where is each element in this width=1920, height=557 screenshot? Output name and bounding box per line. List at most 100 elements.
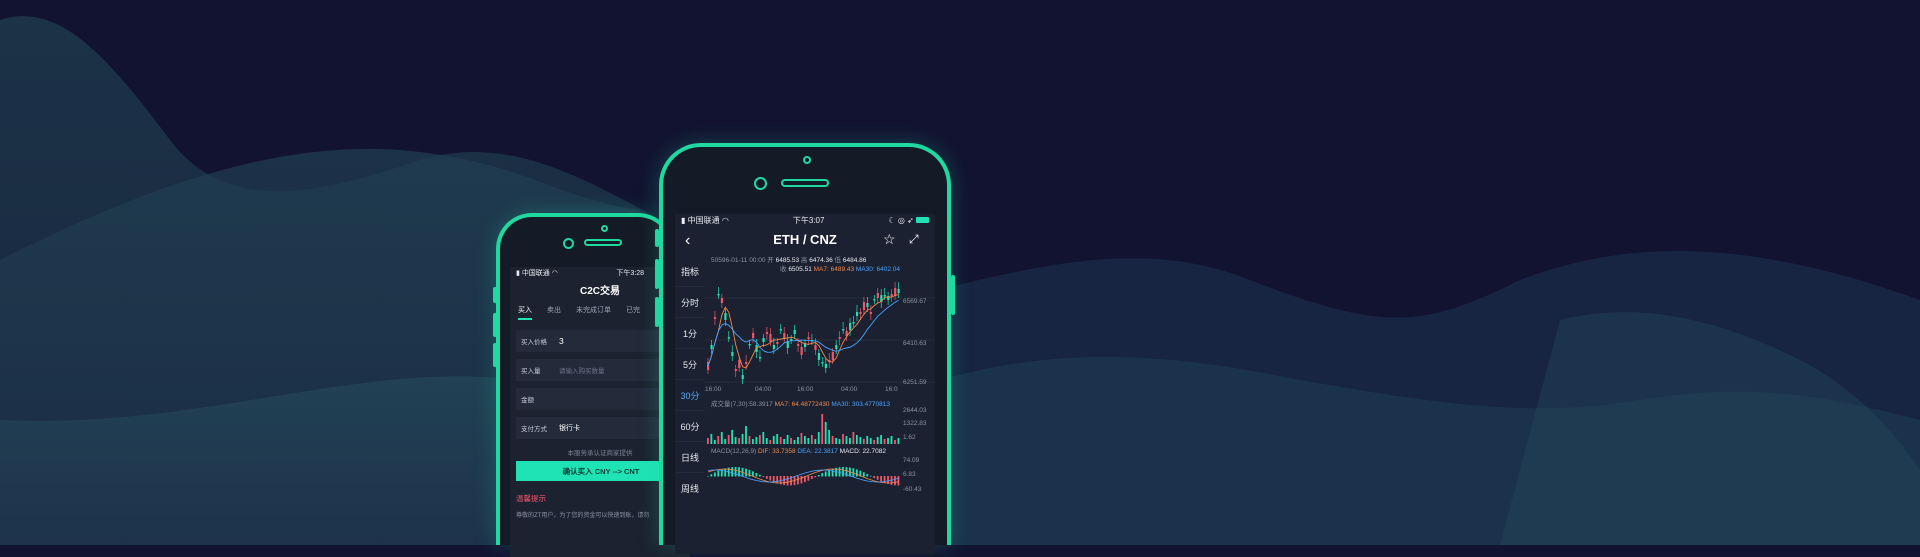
candle-body [727, 337, 730, 339]
candle-body [817, 353, 821, 360]
macd-bar [852, 468, 855, 477]
sensor-dot [803, 156, 811, 164]
ma7-label: MA7: [813, 266, 829, 273]
volume-bar [727, 435, 730, 444]
candle-body [835, 345, 838, 349]
star-icon[interactable]: ☆ [883, 231, 896, 248]
dif-value: 33.7358 [772, 448, 796, 455]
volume-bar [731, 430, 734, 444]
mute-switch [655, 229, 659, 247]
candle-body [741, 375, 744, 379]
volume-bar [738, 438, 740, 444]
close-value: 6505.51 [788, 266, 812, 273]
volume-bar [883, 439, 886, 444]
candle-body [745, 362, 748, 364]
time-tick-3: 04:00 [841, 386, 858, 393]
vol-ma7-value: 64.48772430 [791, 401, 830, 408]
volume-bar [876, 437, 879, 444]
macd-bar [800, 476, 803, 484]
volume-bar [724, 439, 727, 444]
macd-readout: MACD(12,26,9) DIF: 33.7358 DEA: 22.3817 … [711, 448, 886, 455]
price-axis-bottom: 6251.59 [903, 379, 927, 386]
candle-body [765, 332, 769, 334]
tab-indicators[interactable]: 指标 [675, 256, 705, 286]
macd-bar [862, 472, 865, 477]
volume-bar [790, 438, 792, 444]
sensor-dot [601, 225, 608, 232]
volume-bar [855, 435, 858, 444]
candle-body [776, 342, 779, 344]
macd-value: 22.7082 [862, 448, 886, 455]
candle-body [748, 344, 751, 346]
expand-icon[interactable]: ⤢ [909, 232, 919, 247]
wifi-icon: ◠ [551, 270, 558, 277]
tab-60min[interactable]: 60分 [675, 410, 705, 441]
volume-bar [897, 438, 900, 444]
tab-open-orders[interactable]: 未完成订单 [576, 305, 611, 320]
macd-bar [894, 476, 896, 486]
macd-bar [769, 476, 772, 481]
macd-label: MACD(12,26,9) [711, 448, 757, 455]
macd-bar [797, 476, 799, 485]
candle-body [758, 357, 762, 359]
tab-timeshare[interactable]: 分时 [675, 286, 705, 317]
ma7-value: 6489.43 [830, 266, 855, 273]
candle-body [831, 352, 834, 360]
tab-sell[interactable]: 卖出 [547, 305, 561, 320]
candle-body [720, 298, 724, 303]
macd-bar [831, 468, 834, 477]
signal-icon: ▮ [681, 215, 686, 225]
volume-bar [894, 440, 896, 444]
macd-bar [707, 476, 709, 477]
candle-body [855, 312, 859, 316]
power-button [951, 275, 955, 315]
volume-bar [734, 437, 737, 444]
vol-ma7-label: MA7: [774, 401, 790, 408]
macd-bar [734, 467, 737, 477]
volume-bar [817, 432, 820, 444]
ma7-line [707, 294, 899, 369]
volume-bar [807, 438, 810, 444]
macd-bar [755, 472, 758, 477]
macd-bar [758, 474, 761, 477]
ma30-line [707, 299, 899, 367]
status-time: 下午3:07 [792, 215, 825, 225]
tab-5min[interactable]: 5分 [675, 348, 705, 379]
candle-body [842, 329, 845, 331]
pair-title: ETH / CNZ [773, 232, 837, 247]
price-axis-top: 6569.67 [903, 298, 927, 305]
candle-body [862, 302, 866, 310]
macd-bar [810, 476, 813, 480]
tab-buy[interactable]: 买入 [518, 305, 532, 320]
status-bar: ▮ 中国联通 ◠ 下午3:07 ☾ ◎ ➶ [675, 214, 935, 226]
dif-label: DIF: [757, 448, 771, 455]
tab-weekly[interactable]: 周线 [675, 472, 705, 503]
tab-completed[interactable]: 已完 [626, 305, 640, 320]
volume-bar [866, 436, 869, 444]
tab-1min[interactable]: 1分 [675, 317, 705, 348]
volume-up-button [655, 259, 659, 289]
tab-daily[interactable]: 日线 [675, 441, 705, 472]
tab-30min[interactable]: 30分 [675, 379, 705, 410]
volume-bar [710, 434, 713, 444]
candle-body [800, 347, 803, 355]
candle-body [838, 337, 841, 339]
volume-bar [707, 438, 709, 444]
macd-bar [713, 472, 716, 477]
volume-bar [862, 439, 865, 444]
candle-body [866, 303, 869, 307]
candle-body [772, 345, 776, 349]
kline-chart[interactable] [705, 276, 935, 554]
macd-bar [866, 473, 869, 477]
candle-body [790, 339, 793, 341]
volume-bar [717, 436, 720, 444]
volume-bar [890, 436, 893, 444]
phone-left: ▮ 中国联通 ◠ 下午3:28 C2C交易 买入 卖出 未完成订单 已完 买入价… [493, 213, 690, 557]
volume-bar [776, 434, 779, 444]
background-waves [0, 16, 1920, 545]
ma30-value: 6402.04 [876, 266, 901, 273]
macd-bar [765, 476, 768, 479]
candle-body [852, 322, 855, 324]
close-label: 收 [780, 266, 787, 273]
macd-bar [710, 474, 713, 477]
